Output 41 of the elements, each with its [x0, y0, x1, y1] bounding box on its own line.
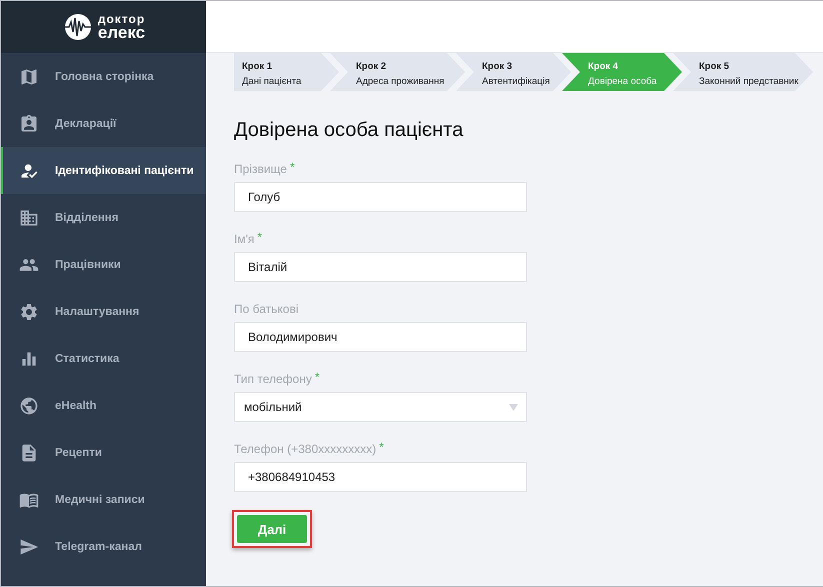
sidebar-item[interactable]: Статистика — [1, 335, 206, 382]
sidebar-item[interactable]: eHealth — [1, 382, 206, 429]
send-icon — [19, 536, 39, 556]
sidebar-item[interactable]: Працівники — [1, 241, 206, 288]
sidebar-item[interactable]: Відділення — [1, 194, 206, 241]
step-tab[interactable]: Крок 4 Довірена особа — [562, 53, 682, 91]
sidebar-item[interactable]: Декларації — [1, 100, 206, 147]
field-label: Ім'я — [234, 232, 254, 246]
sidebar-item[interactable]: Telegram-канал — [1, 523, 206, 570]
sidebar-item[interactable]: Головна сторінка — [1, 53, 206, 100]
field-label: По батькові — [234, 302, 298, 316]
sidebar-item[interactable]: Налаштування — [1, 288, 206, 335]
step-tab[interactable]: Крок 3 Автентифікація — [456, 53, 571, 91]
required-mark: * — [290, 162, 295, 172]
logo-text: доктор — [98, 14, 146, 25]
logo-text: елекс — [98, 24, 146, 40]
settings-icon — [19, 302, 39, 322]
step-tab[interactable]: Крок 1 Дані пацієнта — [234, 53, 339, 91]
field-label: Прізвище — [234, 162, 287, 176]
page-title: Довірена особа пацієнта — [234, 119, 464, 142]
step-tab[interactable]: Крок 5 Законний представник — [673, 53, 813, 91]
input-field[interactable]: Володимирович — [234, 322, 527, 352]
select-field[interactable]: мобільний — [234, 392, 527, 422]
next-button[interactable]: Далі — [237, 515, 307, 543]
globe-icon — [19, 396, 39, 416]
input-field[interactable]: +380684910453 — [234, 462, 527, 492]
required-mark: * — [314, 372, 320, 382]
map-icon — [19, 66, 39, 86]
input-field[interactable]: Віталій — [234, 252, 527, 282]
building-icon — [19, 208, 39, 228]
required-mark: * — [257, 232, 262, 242]
step-tab[interactable]: Крок 2 Адреса проживання — [330, 53, 465, 91]
id-badge-icon — [19, 114, 39, 134]
sidebar-item[interactable]: Медичні записи — [1, 476, 206, 523]
sidebar-item[interactable]: Рецепти — [1, 429, 206, 476]
sidebar-item[interactable]: Ідентифіковані пацієнти — [1, 147, 206, 194]
field-label: Тип телефону — [234, 372, 312, 386]
required-mark: * — [379, 442, 384, 452]
input-field[interactable]: Голуб — [234, 182, 527, 212]
caret-icon — [509, 404, 518, 410]
field-label: Телефон (+380xxxxxxxxx) — [234, 442, 376, 456]
